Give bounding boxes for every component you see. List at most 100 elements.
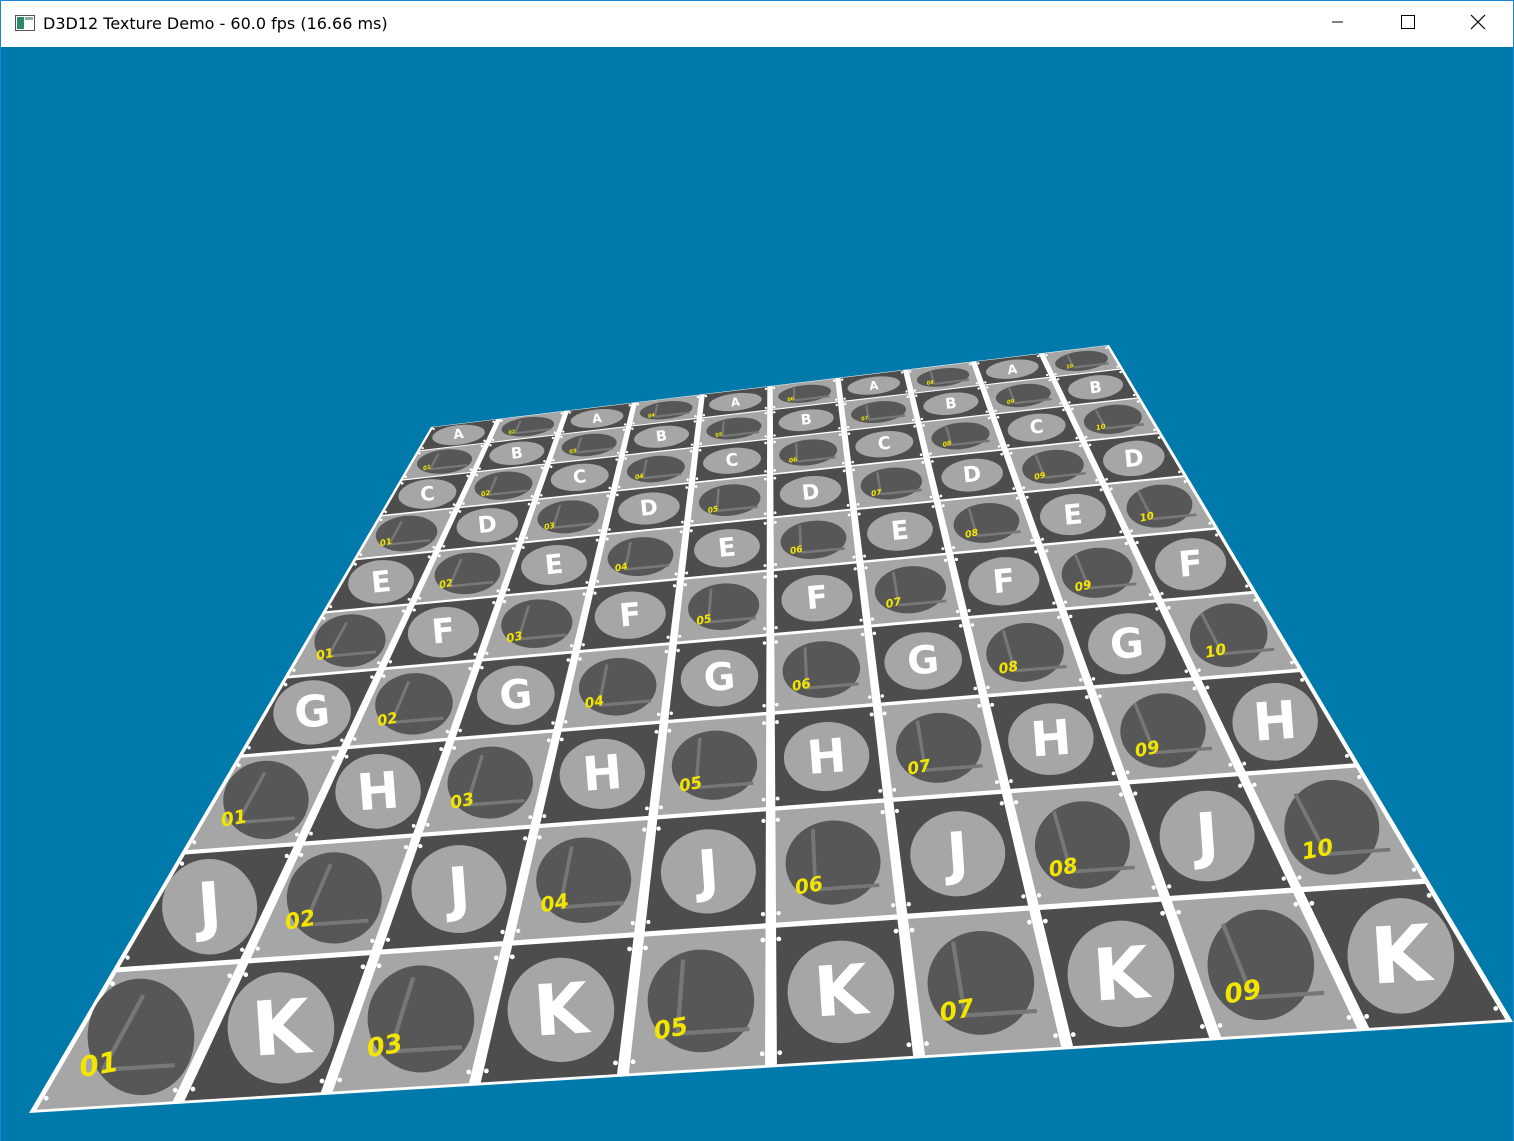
tile-corner-dot bbox=[761, 818, 766, 823]
tile-corner-dot bbox=[496, 589, 500, 593]
tile-corner-dot bbox=[376, 963, 382, 969]
tile-corner-dot bbox=[906, 1042, 912, 1048]
tile-corner-dot bbox=[774, 574, 778, 578]
tile-letter: F bbox=[1177, 543, 1205, 586]
close-button[interactable] bbox=[1443, 1, 1513, 47]
tile-corner-dot bbox=[696, 395, 700, 399]
tile-corner-dot bbox=[384, 510, 387, 514]
tile-corner-dot bbox=[702, 419, 705, 422]
tile-corner-dot bbox=[543, 460, 546, 463]
tile-letter: D bbox=[639, 495, 659, 522]
tile-corner-dot bbox=[445, 729, 450, 734]
tile-corner-dot bbox=[537, 501, 540, 505]
tile-corner-dot bbox=[551, 436, 555, 440]
tile-corner-dot bbox=[1119, 370, 1122, 374]
tile-corner-dot bbox=[462, 502, 465, 505]
tile-number: 07 bbox=[937, 993, 977, 1028]
tile-corner-dot bbox=[996, 415, 1000, 419]
tile-corner-dot bbox=[489, 443, 492, 447]
tile-number: 04 bbox=[538, 889, 570, 918]
tile-corner-dot bbox=[893, 928, 899, 934]
tile-letter: C bbox=[725, 450, 740, 471]
tile-corner-dot bbox=[773, 440, 776, 444]
tile-corner-dot bbox=[774, 626, 778, 630]
tile-corner-dot bbox=[125, 955, 130, 960]
tile-corner-dot bbox=[906, 395, 909, 399]
tile-corner-dot bbox=[674, 572, 678, 576]
tile-corner-dot bbox=[695, 477, 699, 480]
tile-corner-dot bbox=[760, 912, 766, 917]
close-icon bbox=[1470, 14, 1486, 35]
tile-corner-dot bbox=[566, 658, 570, 662]
tile-corner-dot bbox=[929, 452, 932, 456]
tile-letter: F bbox=[805, 579, 830, 617]
tile-number: 06 bbox=[793, 871, 825, 900]
tile-number: 07 bbox=[906, 755, 933, 779]
tile-corner-dot bbox=[1293, 901, 1299, 907]
render-viewport[interactable]: A 02 A 04 A 06 A 08 A 10 01 B 03 B 05 B 07 B 09 B C 02 C 04 C 06 C… bbox=[1, 47, 1513, 1141]
tile-corner-dot bbox=[439, 747, 444, 751]
tile-corner-dot bbox=[1006, 444, 1010, 447]
tile-corner-dot bbox=[560, 435, 563, 439]
tile-corner-dot bbox=[1111, 771, 1116, 776]
tile-corner-dot bbox=[863, 554, 867, 558]
tile-corner-dot bbox=[1197, 668, 1201, 672]
tile-corner-dot bbox=[924, 1041, 929, 1047]
title-bar[interactable]: D3D12 Texture Demo - 60.0 fps (16.66 ms) bbox=[1, 1, 1513, 47]
tile-corner-dot bbox=[1042, 918, 1048, 924]
tile-corner-dot bbox=[1021, 894, 1026, 899]
tile-letter: H bbox=[1029, 710, 1074, 769]
tile-corner-dot bbox=[344, 754, 349, 759]
tile-corner-dot bbox=[1300, 677, 1305, 682]
tile-letter: B bbox=[1088, 377, 1102, 397]
tile-corner-dot bbox=[240, 947, 245, 952]
tile-corner-dot bbox=[678, 634, 682, 638]
tile-corner-dot bbox=[762, 641, 767, 645]
tile-corner-dot bbox=[1071, 407, 1074, 411]
tile-letter: G bbox=[498, 671, 534, 720]
tile-corner-dot bbox=[911, 418, 915, 422]
tile-corner-dot bbox=[775, 817, 780, 822]
tile-corner-dot bbox=[704, 394, 708, 398]
tile-corner-dot bbox=[997, 445, 1001, 448]
maximize-button[interactable] bbox=[1373, 1, 1443, 47]
tile-corner-dot bbox=[909, 927, 915, 933]
tile-corner-dot bbox=[475, 473, 478, 477]
tile-corner-dot bbox=[667, 728, 672, 733]
tile-corner-dot bbox=[1030, 538, 1034, 542]
tile-corner-dot bbox=[773, 411, 776, 414]
tile-corner-dot bbox=[852, 555, 856, 559]
tile-corner-dot bbox=[1057, 615, 1061, 620]
tile-corner-dot bbox=[959, 624, 963, 628]
tile-corner-dot bbox=[452, 503, 456, 506]
tile-corner-dot bbox=[878, 788, 883, 793]
tile-corner-dot bbox=[1493, 1006, 1499, 1011]
tile-corner-dot bbox=[694, 414, 697, 418]
tile-corner-dot bbox=[546, 738, 551, 743]
tile-corner-dot bbox=[872, 631, 877, 636]
tile-letter: A bbox=[730, 395, 741, 410]
tile-corner-dot bbox=[834, 398, 838, 401]
tile-corner-dot bbox=[772, 386, 776, 390]
tile-letter: K bbox=[812, 950, 873, 1033]
tile-corner-dot bbox=[500, 419, 503, 422]
tile-corner-dot bbox=[581, 643, 585, 647]
tile-corner-dot bbox=[631, 427, 634, 430]
tile-corner-dot bbox=[503, 599, 507, 604]
tile-corner-dot bbox=[458, 510, 462, 513]
tile-corner-dot bbox=[359, 553, 363, 557]
tile-corner-dot bbox=[1052, 601, 1056, 605]
grid-tile: D bbox=[606, 483, 689, 534]
tile-corner-dot bbox=[319, 1078, 325, 1084]
tile-corner-dot bbox=[559, 737, 564, 742]
grid-tile: 07 bbox=[881, 698, 1002, 798]
tile-corner-dot bbox=[760, 937, 766, 943]
grid-tile: 06 bbox=[773, 510, 857, 569]
grid-tile: 05 bbox=[657, 715, 767, 816]
tile-corner-dot bbox=[630, 920, 635, 926]
minimize-button[interactable] bbox=[1303, 1, 1373, 47]
tile-corner-dot bbox=[1026, 919, 1032, 925]
tile-corner-dot bbox=[491, 438, 495, 442]
tile-corner-dot bbox=[922, 424, 925, 427]
tile-corner-dot bbox=[847, 513, 851, 517]
